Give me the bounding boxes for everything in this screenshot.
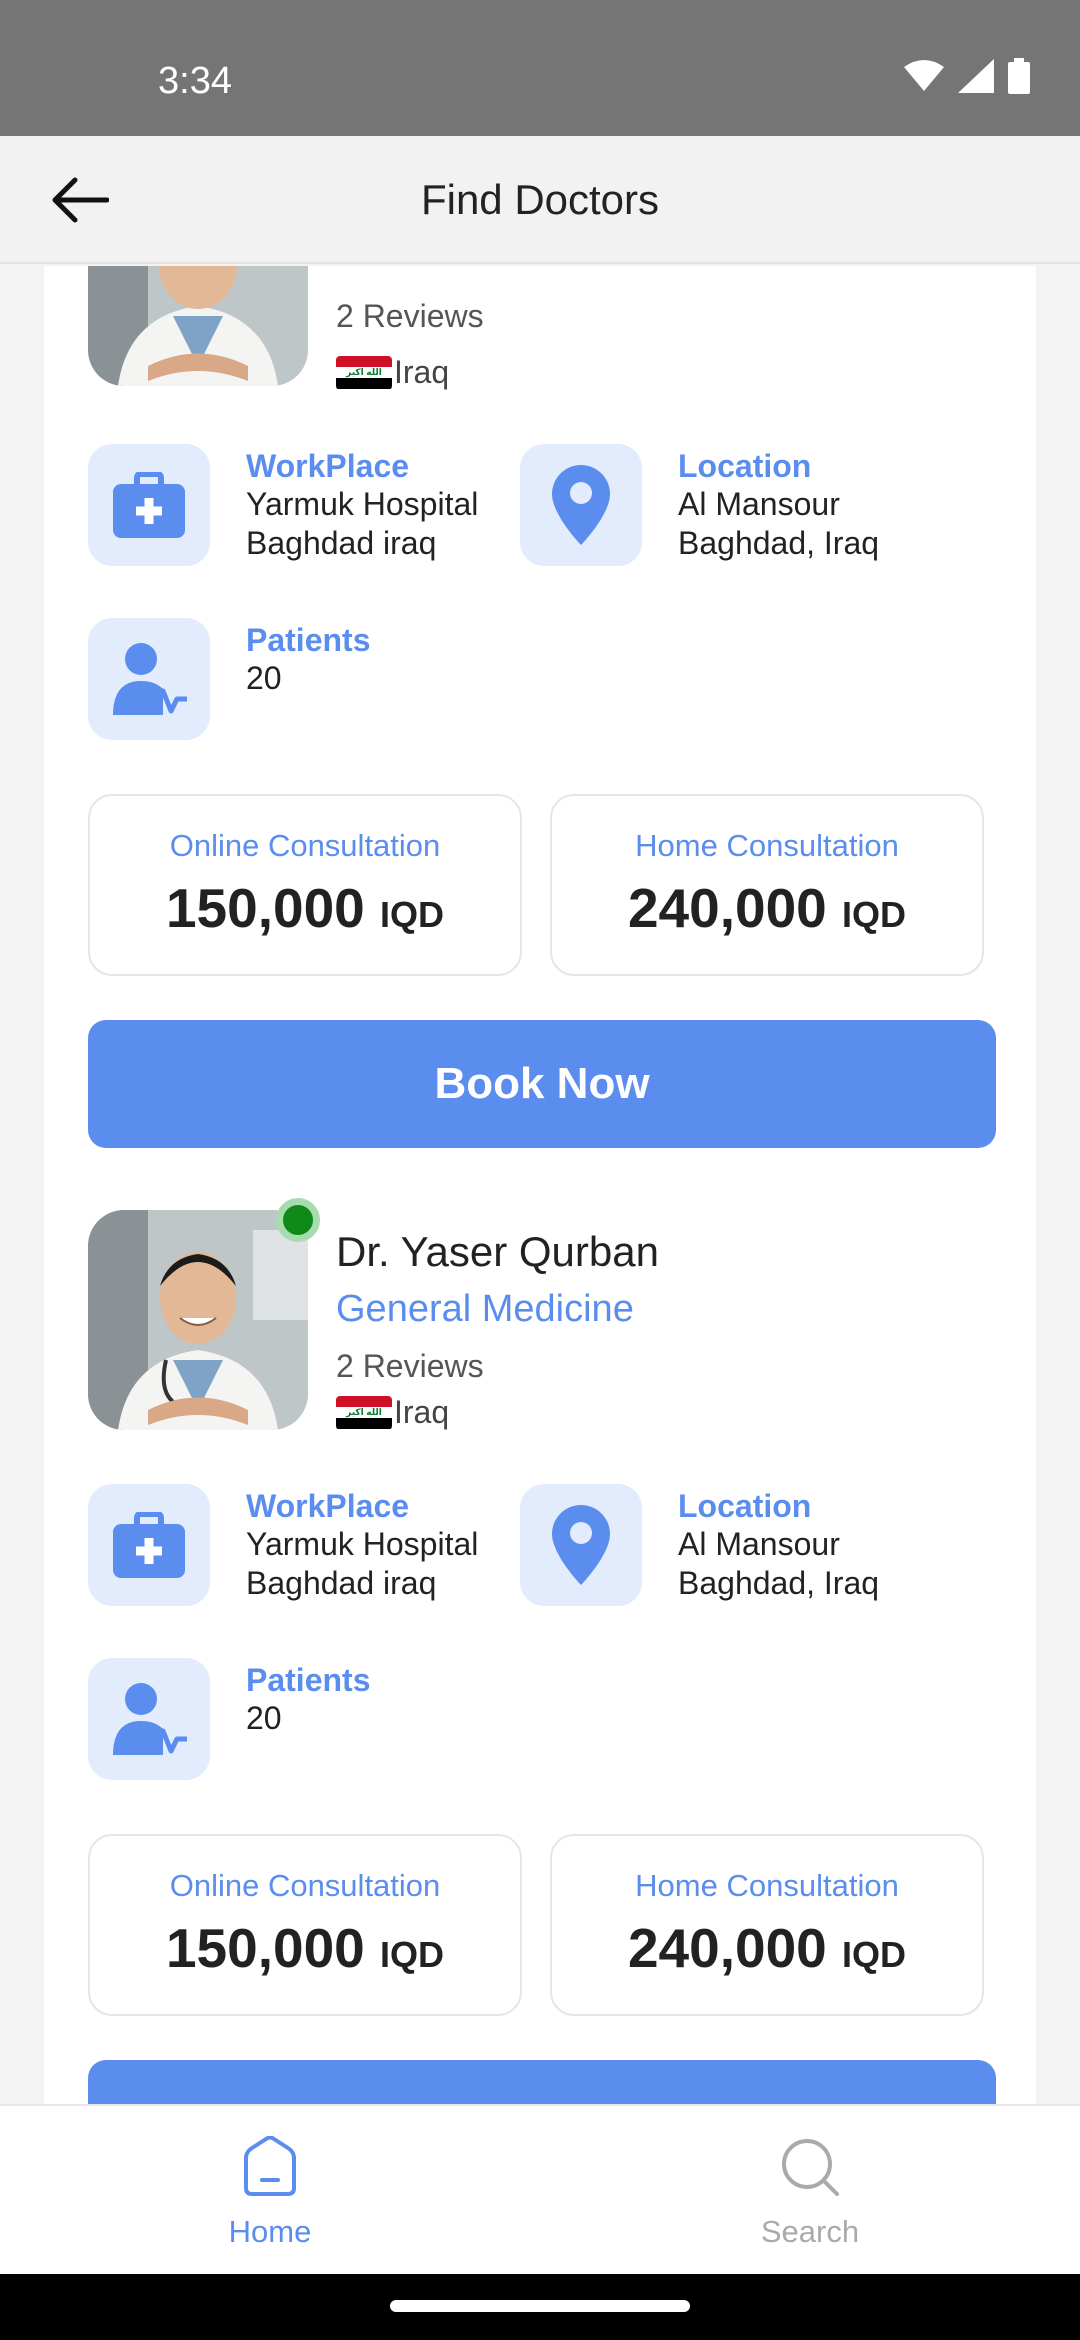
home-consultation-label: Home Consultation <box>635 828 899 863</box>
price-amount: 150,000 <box>165 877 365 939</box>
page-title: Find Doctors <box>420 176 660 223</box>
battery-icon <box>1008 58 1030 94</box>
doctor-reviews: 2 Reviews <box>336 1348 484 1384</box>
home-consultation-value: 240,000 IQD <box>552 876 982 940</box>
iraq-flag-icon: الله اكبر <box>336 355 392 390</box>
patients-icon-box <box>88 618 210 740</box>
wifi-icon <box>904 60 944 91</box>
price-amount: 240,000 <box>627 877 827 939</box>
price-unit: IQD <box>842 894 907 935</box>
home-gesture-handle[interactable] <box>390 2300 690 2312</box>
online-consultation-value: 150,000 IQD <box>90 1916 520 1980</box>
home-consultation-value: 240,000 IQD <box>552 1916 982 1980</box>
workplace-title: WorkPlace <box>246 1488 410 1524</box>
location-icon-box <box>520 444 642 566</box>
workplace-line2: Baghdad iraq <box>246 525 437 561</box>
medical-bag-icon <box>113 472 185 538</box>
workplace-line2: Baghdad iraq <box>246 1565 437 1601</box>
medical-bag-icon <box>113 1512 185 1578</box>
nav-home[interactable]: Home <box>170 2135 370 2250</box>
doctor-photo <box>88 1210 308 1430</box>
country-label: Iraq <box>394 354 450 390</box>
patients-info: Patients 20 <box>88 618 370 740</box>
location-title: Location <box>678 448 812 484</box>
online-consultation-label: Online Consultation <box>169 1868 441 1903</box>
workplace-icon-box <box>88 1484 210 1606</box>
location-icon-box <box>520 1484 642 1606</box>
search-icon <box>782 2139 839 2196</box>
doctor-avatar <box>88 1210 308 1430</box>
doctor-card[interactable]: Dr. Yaser Qurban General Medicine 2 Revi… <box>44 1166 1036 2104</box>
price-unit: IQD <box>842 1934 907 1975</box>
nav-search[interactable]: Search <box>710 2136 910 2250</box>
workplace-line1: Yarmuk Hospital <box>246 1526 479 1562</box>
doctor-country: الله اكبر Iraq <box>336 1394 449 1431</box>
status-bar: 3:34 <box>0 0 1080 136</box>
workplace-icon-box <box>88 444 210 566</box>
patients-icon-box <box>88 1658 210 1780</box>
patients-title: Patients <box>246 622 371 658</box>
online-consultation-price: Online Consultation 150,000 IQD <box>88 1834 522 2016</box>
country-label: Iraq <box>394 1394 450 1430</box>
book-now-button[interactable]: Book Now <box>88 2060 996 2104</box>
patients-count: 20 <box>246 660 282 696</box>
doctor-avatar <box>88 266 308 386</box>
doctor-list[interactable]: 2 Reviews الله اكبر Iraq WorkPlace Yarmu… <box>0 266 1080 2104</box>
location-pin-icon <box>552 1505 610 1585</box>
workplace-line1: Yarmuk Hospital <box>246 486 479 522</box>
location-pin-icon <box>552 465 610 545</box>
status-time: 3:34 <box>158 60 232 102</box>
location-line2: Baghdad, Iraq <box>678 525 880 561</box>
patient-health-icon <box>113 1683 187 1755</box>
online-consultation-value: 150,000 IQD <box>90 876 520 940</box>
location-line2: Baghdad, Iraq <box>678 1565 880 1601</box>
home-consultation-price: Home Consultation 240,000 IQD <box>550 794 984 976</box>
doctor-name: Dr. Yaser Qurban <box>336 1228 659 1275</box>
doctor-specialty: General Medicine <box>336 1288 634 1330</box>
nav-home-label: Home <box>228 2214 312 2249</box>
price-amount: 240,000 <box>627 1917 827 1979</box>
home-icon <box>244 2135 296 2196</box>
doctor-photo <box>88 266 308 386</box>
nav-search-label: Search <box>760 2214 860 2249</box>
doctor-country: الله اكبر Iraq <box>336 354 449 391</box>
home-consultation-label: Home Consultation <box>635 1868 899 1903</box>
online-consultation-label: Online Consultation <box>169 828 441 863</box>
location-info: Location Al Mansour Baghdad, Iraq <box>520 1484 879 1606</box>
patients-count: 20 <box>246 1700 282 1736</box>
app-bar: Find Doctors <box>0 136 1080 264</box>
workplace-title: WorkPlace <box>246 448 410 484</box>
book-now-button[interactable]: Book Now <box>88 1020 996 1148</box>
workplace-info: WorkPlace Yarmuk Hospital Baghdad iraq <box>88 1484 478 1606</box>
iraq-flag-icon: الله اكبر <box>336 1395 392 1430</box>
location-info: Location Al Mansour Baghdad, Iraq <box>520 444 879 566</box>
location-title: Location <box>678 1488 812 1524</box>
online-status-indicator <box>276 1198 320 1242</box>
status-icons <box>904 58 1030 94</box>
price-unit: IQD <box>380 1934 445 1975</box>
patients-title: Patients <box>246 1662 371 1698</box>
bottom-navigation: Home Search <box>0 2104 1080 2274</box>
doctor-card: 2 Reviews الله اكبر Iraq WorkPlace Yarmu… <box>44 266 1036 1226</box>
signal-icon <box>958 59 994 93</box>
home-consultation-price: Home Consultation 240,000 IQD <box>550 1834 984 2016</box>
doctor-reviews: 2 Reviews <box>336 298 484 334</box>
patients-info: Patients 20 <box>88 1658 370 1780</box>
online-consultation-price: Online Consultation 150,000 IQD <box>88 794 522 976</box>
location-line1: Al Mansour <box>678 486 840 522</box>
price-unit: IQD <box>380 894 445 935</box>
location-line1: Al Mansour <box>678 1526 840 1562</box>
price-amount: 150,000 <box>165 1917 365 1979</box>
system-gesture-area <box>0 2274 1080 2340</box>
patient-health-icon <box>113 643 187 715</box>
workplace-info: WorkPlace Yarmuk Hospital Baghdad iraq <box>88 444 478 566</box>
